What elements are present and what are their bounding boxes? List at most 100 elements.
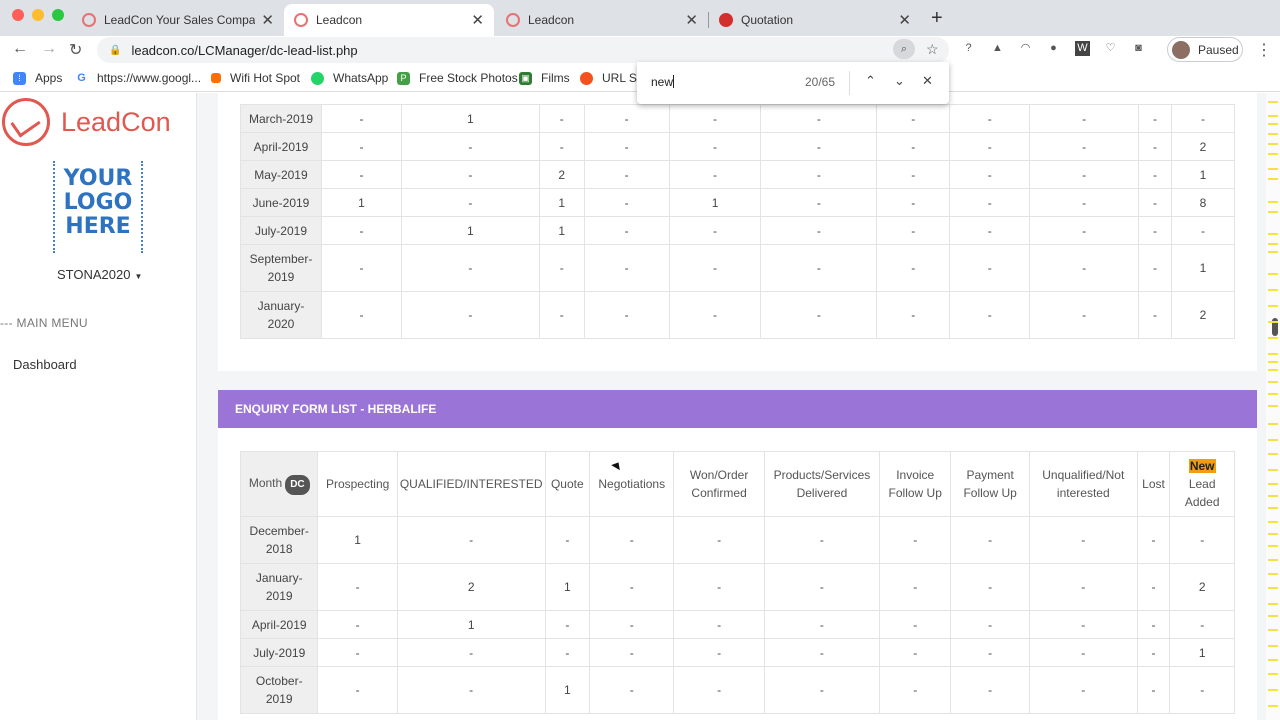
table-cell: 2 — [1169, 563, 1235, 611]
table-cell: - — [879, 563, 952, 611]
col-prospecting: Prospecting — [317, 451, 398, 517]
find-input[interactable]: new — [651, 75, 675, 89]
profile-button[interactable]: Paused — [1167, 37, 1243, 62]
menu-kebab-icon[interactable]: ⋮ — [1256, 40, 1272, 60]
find-match-marker — [1268, 381, 1278, 383]
col-month[interactable]: Month DC — [239, 451, 319, 517]
col-invoice: Invoice Follow Up — [879, 451, 952, 517]
table-cell: 8 — [1171, 188, 1235, 217]
maximize-window-button[interactable] — [52, 9, 64, 21]
table-cell: - — [760, 104, 878, 133]
table-cell: - — [673, 666, 765, 714]
table-row: March-2019-1- - - - - - - - - — [240, 104, 1235, 133]
table-cell: - — [950, 666, 1030, 714]
minimize-window-button[interactable] — [32, 9, 44, 21]
bookmark-free-stock-photos[interactable]: P Free Stock Photos — [397, 71, 518, 85]
table-cell: - — [876, 291, 951, 339]
table-cell: - — [950, 563, 1030, 611]
table-cell: - — [668, 291, 762, 339]
find-close-icon[interactable]: ✕ — [922, 73, 933, 89]
table-cell: - — [879, 610, 952, 639]
bookmark-apps[interactable]: ⁞ Apps — [13, 71, 62, 85]
tab-leadcon[interactable]: Leadcon ✕ — [496, 4, 708, 36]
find-previous-icon[interactable]: ⌃ — [865, 73, 876, 89]
table-cell: - — [317, 610, 398, 639]
close-tab-icon[interactable]: ✕ — [685, 11, 698, 29]
find-in-page-icon[interactable]: ⌕ — [893, 39, 915, 59]
username: STONA2020 — [57, 267, 131, 282]
sidebar-item-dashboard[interactable]: Dashboard — [13, 357, 77, 372]
table-cell: - — [673, 516, 765, 564]
bookmark-label: Free Stock Photos — [419, 71, 518, 85]
col-unqualified: Unqualified/Not interested — [1028, 451, 1138, 517]
close-tab-icon[interactable]: ✕ — [471, 11, 484, 29]
table-cell: - — [1136, 666, 1171, 714]
tab-leadcon-companion[interactable]: LeadCon Your Sales Companion ✕ — [72, 4, 284, 36]
w-extension-icon[interactable]: W — [1075, 41, 1090, 56]
close-window-button[interactable] — [12, 9, 24, 21]
bookmark-google[interactable]: G https://www.googl... — [75, 71, 201, 85]
lead-summary-card: March-2019-1- - - - - - - - - April-2019- - - - - - - - -… — [218, 93, 1257, 371]
address-bar[interactable]: 🔒 leadcon.co/LCManager/dc-lead-list.php — [97, 37, 949, 63]
find-next-icon[interactable]: ⌄ — [894, 73, 905, 89]
forward-icon[interactable]: → — [41, 40, 57, 58]
bookmark-star-icon[interactable]: ☆ — [926, 41, 939, 58]
table-cell: - — [1028, 516, 1138, 564]
bookmark-wifi-hotspot[interactable]: Wifi Hot Spot — [211, 71, 300, 85]
apps-grid-icon: ⁞ — [13, 71, 26, 85]
find-match-marker — [1268, 545, 1278, 547]
find-match-marker — [1268, 143, 1278, 145]
table-cell: - — [668, 132, 762, 161]
table-cell: - — [1028, 638, 1138, 667]
table-cell: - — [876, 132, 951, 161]
pocket-icon[interactable]: ♡ — [1103, 41, 1118, 56]
bookmark-films[interactable]: ▣ Films — [519, 71, 570, 85]
reload-icon[interactable]: ↻ — [69, 40, 82, 60]
month-cell: July-2019 — [240, 216, 322, 245]
table-cell: - — [879, 666, 952, 714]
bookmark-whatsapp[interactable]: WhatsApp — [311, 71, 388, 85]
find-match-marker — [1268, 211, 1278, 213]
bookmark-url-shortener[interactable]: URL Sh — [580, 71, 644, 85]
table-cell: - — [1169, 666, 1235, 714]
bookmark-label: WhatsApp — [333, 71, 389, 85]
extension-help-icon[interactable]: ? — [961, 41, 976, 56]
scrollbar[interactable] — [1266, 93, 1280, 720]
table-cell: - — [876, 104, 951, 133]
table-row: April-2019-1- - - - - - - - - — [239, 610, 1235, 639]
drive-icon[interactable]: ▲ — [990, 41, 1005, 56]
user-dropdown[interactable]: STONA2020 ▼ — [57, 267, 142, 282]
find-match-marker — [1268, 393, 1278, 395]
table-cell: - — [400, 291, 540, 339]
table-cell: - — [876, 216, 951, 245]
table-cell: - — [320, 104, 402, 133]
table-cell: - — [1138, 244, 1172, 292]
tab-title: LeadCon Your Sales Companion — [104, 13, 256, 27]
back-icon[interactable]: ← — [12, 40, 28, 58]
rainbow-extension-icon[interactable]: ◠ — [1018, 41, 1033, 56]
brand-logo[interactable]: LeadCon — [2, 98, 171, 146]
bookmark-label: Apps — [35, 71, 63, 85]
tab-title: Quotation — [741, 13, 794, 27]
table-cell: - — [949, 160, 1031, 189]
table-cell: - — [1136, 638, 1171, 667]
table-cell: - — [1169, 516, 1235, 564]
new-tab-button[interactable]: + — [931, 7, 943, 30]
find-match-marker — [1268, 483, 1278, 485]
table-cell: - — [668, 104, 762, 133]
tab-quotation[interactable]: Quotation ✕ — [709, 4, 921, 36]
close-tab-icon[interactable]: ✕ — [261, 11, 274, 29]
tab-leadcon-active[interactable]: Leadcon ✕ — [284, 4, 494, 36]
caret-down-icon: ▼ — [134, 272, 143, 281]
bookmark-label: Films — [541, 71, 570, 85]
camera-icon[interactable]: ◙ — [1131, 41, 1146, 56]
find-match-marker — [1268, 305, 1278, 307]
find-match-marker — [1268, 645, 1278, 647]
find-match-marker — [1268, 659, 1278, 661]
find-match-marker — [1268, 405, 1278, 407]
table-cell: - — [400, 244, 540, 292]
close-tab-icon[interactable]: ✕ — [898, 11, 911, 29]
table-cell: - — [949, 132, 1031, 161]
circle-extension-icon[interactable]: ● — [1046, 41, 1061, 56]
month-cell: June-2019 — [240, 188, 322, 217]
